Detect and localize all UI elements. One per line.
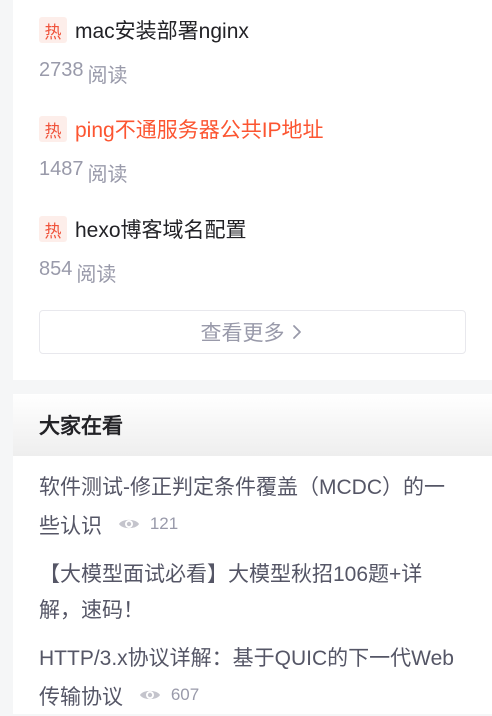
hot-article-item[interactable]: 热 hexo博客域名配置 854 阅读 (39, 215, 479, 287)
chevron-right-icon (292, 325, 301, 339)
section-header: 大家在看 (13, 394, 492, 456)
view-more-label: 查看更多 (200, 322, 285, 345)
watching-item[interactable]: 软件测试-修正判定条件覆盖（MCDC）的一些认识 121 (39, 470, 462, 545)
hot-article-title[interactable]: hexo博客域名配置 (75, 214, 247, 244)
watching-list: 软件测试-修正判定条件覆盖（MCDC）的一些认识 121 【大模型面试必看】大模… (13, 456, 492, 716)
read-count: 1487 阅读 (39, 158, 128, 186)
hot-article-title[interactable]: ping不通服务器公共IP地址 (75, 114, 324, 144)
watching-item-title[interactable]: HTTP/3.x协议详解：基于QUIC的下一代Web传输协议 (39, 647, 454, 709)
hot-badge: 热 (39, 116, 67, 142)
section-title: 大家在看 (39, 415, 123, 438)
watching-item-title[interactable]: 【大模型面试必看】大模型秋招106题+详解，速码！ (39, 563, 422, 622)
view-count: 121 (118, 506, 178, 542)
everyone-watching-card: 大家在看 软件测试-修正判定条件覆盖（MCDC）的一些认识 121 【大模型面试… (13, 394, 492, 714)
eye-icon (118, 519, 139, 529)
hot-badge: 热 (39, 216, 67, 242)
read-count: 854 阅读 (39, 258, 117, 286)
view-more-button[interactable]: 查看更多 (39, 310, 466, 354)
hot-articles-card: 热 mac安装部署nginx 2738 阅读 热 ping不通服务器公共IP地址… (13, 0, 492, 380)
hot-article-title[interactable]: mac安装部署nginx (75, 15, 249, 45)
eye-icon (139, 690, 160, 700)
hot-badge: 热 (39, 17, 67, 43)
hot-article-item[interactable]: 热 mac安装部署nginx 2738 阅读 (39, 16, 479, 88)
hot-article-item[interactable]: 热 ping不通服务器公共IP地址 1487 阅读 (39, 115, 479, 187)
watching-item[interactable]: 【大模型面试必看】大模型秋招106题+详解，速码！ (39, 557, 462, 629)
view-count: 607 (139, 677, 199, 713)
watching-item-title[interactable]: 软件测试-修正判定条件覆盖（MCDC）的一些认识 (39, 476, 445, 538)
read-count: 2738 阅读 (39, 59, 128, 87)
